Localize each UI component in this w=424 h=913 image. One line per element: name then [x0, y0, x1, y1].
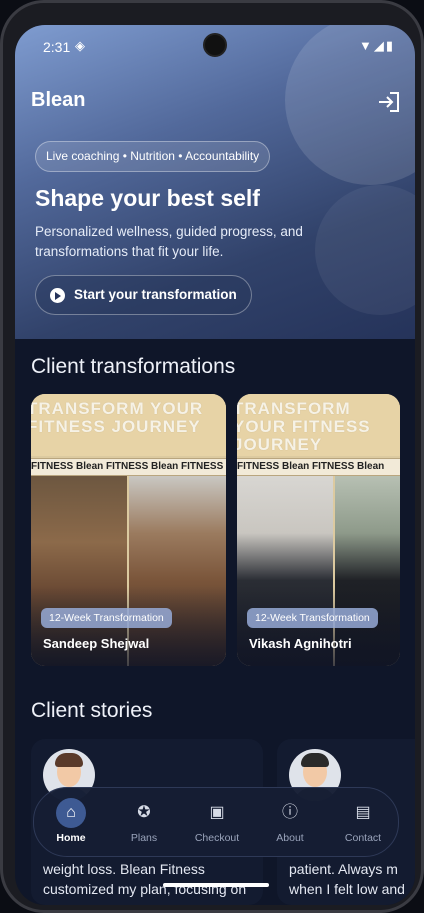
nav-plans[interactable]: ✪ Plans [109, 796, 179, 852]
start-transformation-button[interactable]: Start your transformation [35, 275, 252, 315]
nav-label: Checkout [194, 832, 240, 844]
features-chip: Live coaching • Nutrition • Accountabili… [35, 141, 271, 172]
avatar-hair [55, 753, 83, 767]
info-icon: ⓘ [281, 804, 298, 821]
hero-section: 2:31 ◈ ▼◢▮ Blean Live coaching • Nutriti… [15, 25, 415, 339]
front-camera [203, 33, 227, 57]
contact-icon: ▤ [355, 804, 371, 821]
story-quote: patient. Always m when I felt low and [289, 861, 405, 897]
signal-icon: ◢ [373, 38, 386, 53]
cta-label: Start your transformation [74, 287, 237, 302]
poster-strip: FITNESS Blean FITNESS Blean FITNESS [31, 458, 226, 476]
program-badge: 12-Week Transformation [247, 608, 378, 628]
hero-subtitle: Personalized wellness, guided progress, … [35, 224, 303, 259]
nav-contact[interactable]: ▤ Contact [328, 796, 398, 852]
status-bar: 2:31 ◈ ▼◢▮ [15, 25, 415, 65]
status-time: 2:31 [43, 39, 71, 55]
nav-label: Plans [130, 832, 158, 844]
client-name: Vikash Agnihotri [249, 636, 352, 651]
hero-title: Shape your best self [35, 185, 260, 211]
nav-about[interactable]: ⓘ About [255, 796, 325, 852]
logout-button[interactable] [377, 91, 401, 113]
stories-heading: Client stories [31, 699, 153, 722]
play-icon [50, 288, 65, 303]
nav-label: Contact [344, 832, 382, 844]
nav-label: Home [56, 832, 86, 844]
story-quote: weight loss. Blean Fitness customized my… [43, 861, 247, 897]
system-icons: ▼◢▮ [359, 38, 395, 54]
client-name: Sandeep Shejwal [43, 636, 150, 651]
gesture-home-bar[interactable] [163, 883, 269, 887]
award-icon: ✪ [137, 804, 151, 821]
app-brand: Blean [31, 89, 86, 111]
logout-icon [379, 92, 399, 112]
battery-icon: ▮ [385, 38, 395, 53]
program-badge: 12-Week Transformation [41, 608, 172, 628]
wallet-icon: ▣ [209, 804, 225, 821]
poster-title: TRANSFORM YOUR FITNESS JOURNEY [237, 399, 371, 454]
transformations-heading: Client transformations [31, 355, 236, 378]
nav-checkout[interactable]: ▣ Checkout [182, 796, 252, 852]
transformation-card[interactable]: TRANSFORM YOUR FITNESS JOURNEY FITNESS B… [31, 394, 226, 666]
app-screen: 2:31 ◈ ▼◢▮ Blean Live coaching • Nutriti… [15, 25, 415, 905]
poster-title: TRANSFORM YOUR FITNESS JOURNEY [31, 399, 204, 436]
nav-label: About [276, 832, 304, 844]
home-icon: ⌂ [56, 798, 86, 828]
data-saver-icon: ◈ [75, 38, 85, 53]
bottom-navigation: ⌂ Home ✪ Plans ▣ Checkout ⓘ About ▤ Cont… [33, 787, 399, 857]
wifi-icon: ▼ [358, 38, 374, 53]
device-frame: 2:31 ◈ ▼◢▮ Blean Live coaching • Nutriti… [0, 0, 424, 913]
transformation-card[interactable]: TRANSFORM YOUR FITNESS JOURNEY FITNESS B… [237, 394, 400, 666]
poster-strip: FITNESS Blean FITNESS Blean [237, 458, 400, 476]
nav-home[interactable]: ⌂ Home [36, 796, 106, 852]
avatar-hair [301, 753, 329, 767]
